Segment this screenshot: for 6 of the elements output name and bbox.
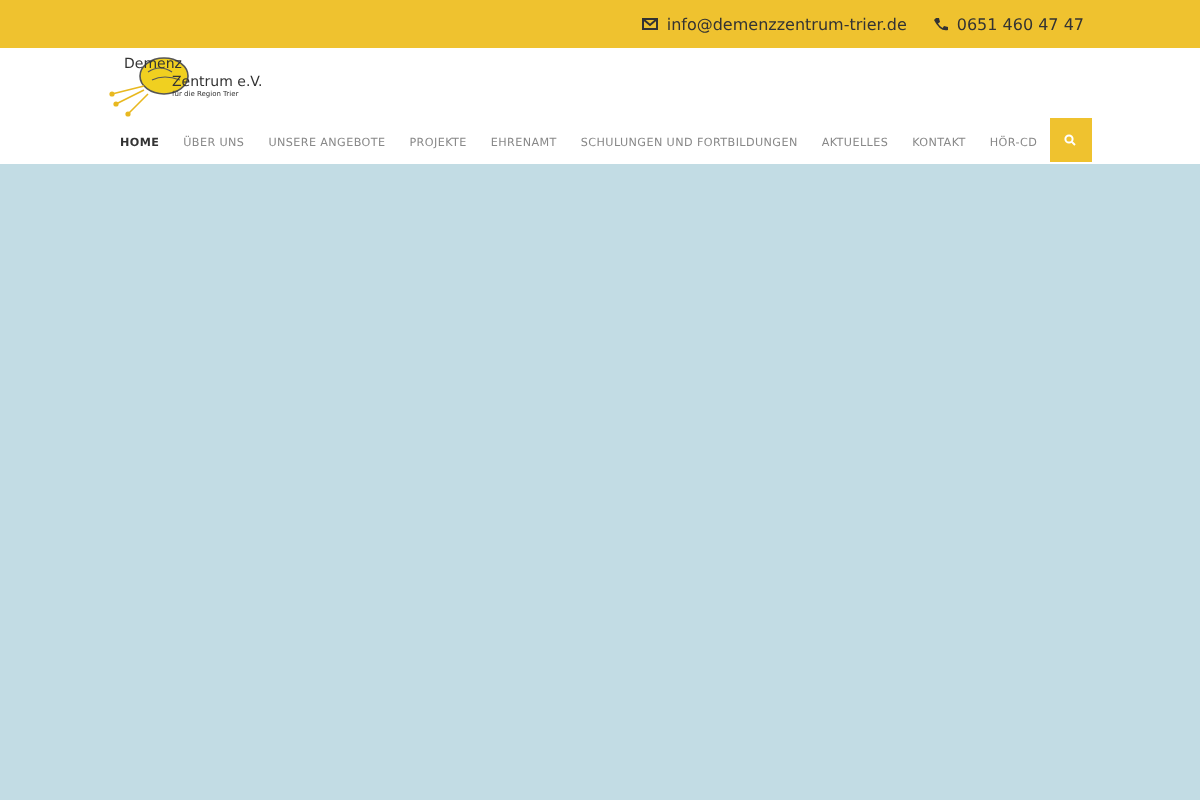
phone-text: 0651 460 47 47 <box>956 15 1084 33</box>
search-button[interactable] <box>1049 117 1092 162</box>
mail-icon <box>642 18 659 30</box>
phone-icon <box>934 17 949 31</box>
search-icon <box>1064 133 1077 146</box>
email-text: info@demenzzentrum-trier.de <box>666 15 907 33</box>
